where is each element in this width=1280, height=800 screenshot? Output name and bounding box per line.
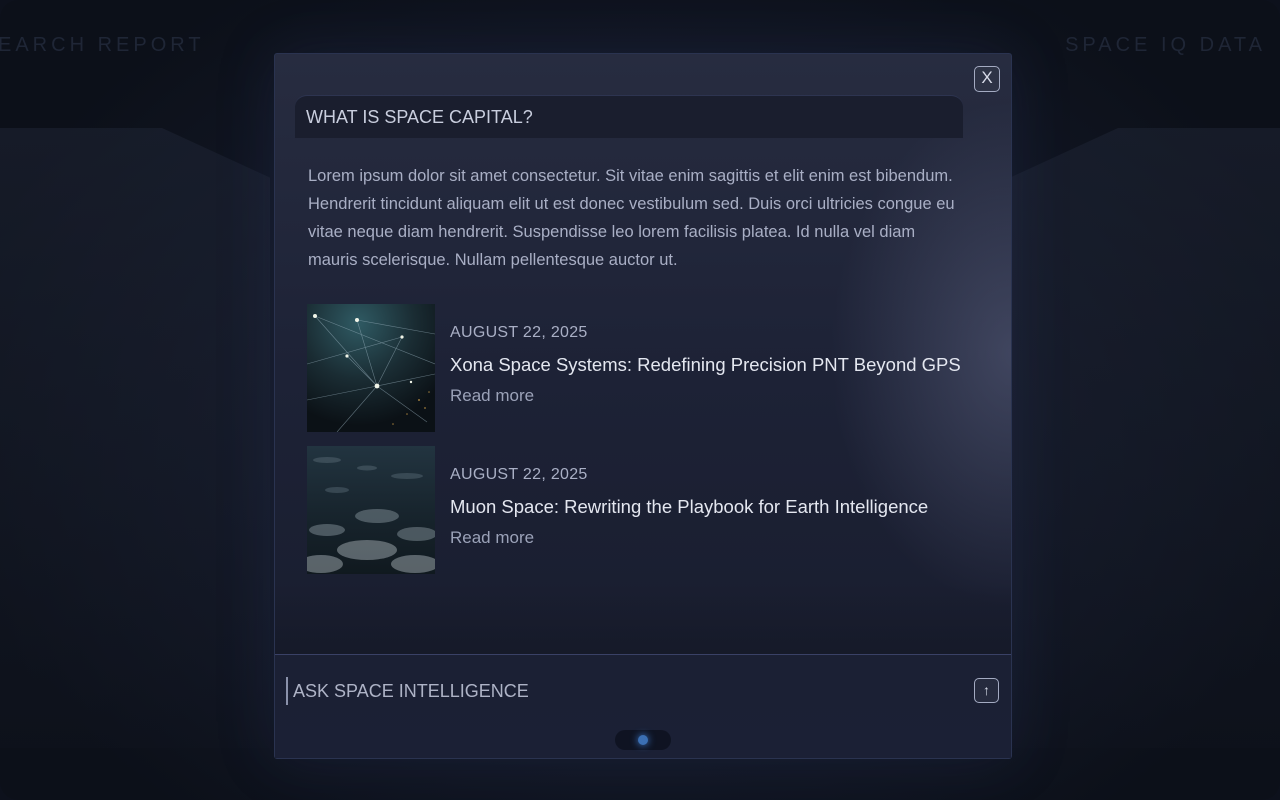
arrow-up-icon: ↑: [983, 682, 990, 698]
article-date: AUGUST 22, 2025: [450, 324, 588, 341]
article-meta: AUGUST 22, 2025 Muon Space: Rewriting th…: [450, 466, 928, 548]
background-panel-right: [1010, 128, 1280, 748]
article-card[interactable]: AUGUST 22, 2025 Xona Space Systems: Rede…: [307, 304, 967, 432]
read-more-link[interactable]: Read more: [450, 386, 534, 406]
scroll-fade: [275, 584, 1011, 654]
close-button[interactable]: X: [974, 66, 1000, 92]
article-title[interactable]: Xona Space Systems: Redefining Precision…: [450, 354, 961, 376]
earth-clouds-image: [307, 446, 435, 574]
voice-indicator[interactable]: [615, 730, 671, 750]
user-question: WHAT IS SPACE CAPITAL?: [295, 95, 963, 138]
background-panel-left: [0, 128, 270, 748]
background-label-left: EARCH REPORT: [0, 34, 205, 56]
answer-text: Lorem ipsum dolor sit amet consectetur. …: [308, 167, 955, 269]
article-card[interactable]: AUGUST 22, 2025 Muon Space: Rewriting th…: [307, 446, 967, 574]
article-title[interactable]: Muon Space: Rewriting the Playbook for E…: [450, 496, 928, 518]
article-date: AUGUST 22, 2025: [450, 466, 588, 483]
background-label-right: SPACE IQ DATA: [1065, 34, 1266, 56]
app-background: EARCH REPORT SPACE IQ DATA X WHAT IS SPA…: [0, 0, 1280, 800]
send-button[interactable]: ↑: [974, 678, 999, 703]
text-caret: [286, 677, 288, 705]
chat-modal: X WHAT IS SPACE CAPITAL? Lorem ipsum dol…: [274, 53, 1012, 759]
satellite-network-image: [307, 304, 435, 432]
ask-input[interactable]: [293, 675, 943, 707]
status-dot-icon: [638, 735, 648, 745]
chat-input-area: ↑: [275, 655, 1011, 758]
read-more-link[interactable]: Read more: [450, 528, 534, 548]
close-icon: X: [981, 68, 993, 87]
article-meta: AUGUST 22, 2025 Xona Space Systems: Rede…: [450, 324, 961, 406]
